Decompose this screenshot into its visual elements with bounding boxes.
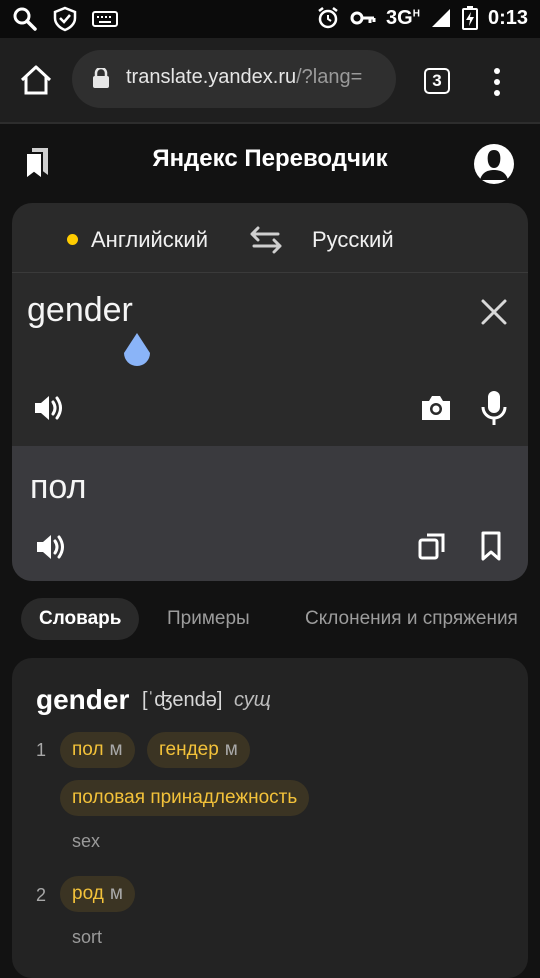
sense-gloss: sort [72,927,103,947]
translation-chip[interactable]: пол м [60,732,135,768]
search-icon [13,7,37,31]
translated-text: пол [30,468,87,506]
sense-number: 2 [36,885,47,905]
swap-languages-icon[interactable] [248,225,284,255]
dictionary-card: gender [ˈʤendə] сущ 1 пол м гендер м полов… [12,658,528,978]
translation-word: пол [72,739,104,760]
source-language-indicator [67,234,78,245]
tab-declensions[interactable]: Склонения и спряжения [305,598,518,640]
shield-icon [53,6,77,32]
browser-toolbar: translate.yandex.ru/?lang= 3 [0,38,540,122]
url-text: translate.yandex.ru/?lang= [126,66,363,88]
lock-icon [93,68,109,88]
source-language-button[interactable]: Английский [91,227,208,253]
signal-icon [431,9,450,27]
status-bar: 3GH 0:13 [0,0,540,38]
alarm-icon [318,7,338,29]
sense-number: 1 [36,740,47,760]
sense-gloss: sex [72,831,101,851]
gender-label: м [109,883,123,904]
microphone-icon[interactable] [480,389,508,427]
close-icon[interactable] [480,298,508,326]
tab-examples[interactable]: Примеры [167,598,250,640]
translation-word: половая принадлежность [72,787,298,808]
keyboard-icon [92,11,118,27]
translation-output: пол [12,446,528,581]
dictionary-headword: gender [36,684,130,715]
language-selector: Английский Русский [12,203,528,273]
translation-card: Английский Русский gender пол [12,203,528,581]
translation-word: род [72,883,104,904]
gender-label: м [109,739,123,760]
text-cursor-handle[interactable] [120,331,154,369]
user-avatar-icon[interactable] [474,144,514,184]
tab-switcher-button[interactable]: 3 [424,68,450,94]
source-text-input[interactable]: gender [27,291,133,330]
card-divider [12,272,528,273]
camera-icon[interactable] [419,393,453,423]
vpn-key-icon [350,11,376,25]
translation-chip[interactable]: половая принадлежность [60,780,310,816]
battery-charging-icon [461,6,478,30]
copy-icon[interactable] [417,531,447,561]
toolbar-divider [0,122,540,124]
address-bar[interactable]: translate.yandex.ru/?lang= [72,50,396,108]
clock: 0:13 [487,6,528,29]
home-icon[interactable] [18,62,54,98]
tab-dictionary[interactable]: Словарь [21,598,140,640]
translation-chip[interactable]: гендер м [147,732,250,768]
app-title: Яндекс Переводчик [152,145,388,172]
target-language-button[interactable]: Русский [312,227,394,253]
gender-label: м [224,739,238,760]
translation-chip[interactable]: род м [60,876,135,912]
transcription: [ˈʤendə] [142,689,223,711]
overflow-menu-icon[interactable] [492,66,502,98]
bookmark-icon[interactable] [480,530,502,562]
speaker-icon[interactable] [32,391,66,425]
speaker-icon[interactable] [34,530,68,564]
part-of-speech: сущ [234,689,271,711]
network-type: 3GH [386,6,420,29]
translation-word: гендер [159,739,219,760]
result-tabs: Словарь Примеры Склонения и спряжения [0,598,540,640]
